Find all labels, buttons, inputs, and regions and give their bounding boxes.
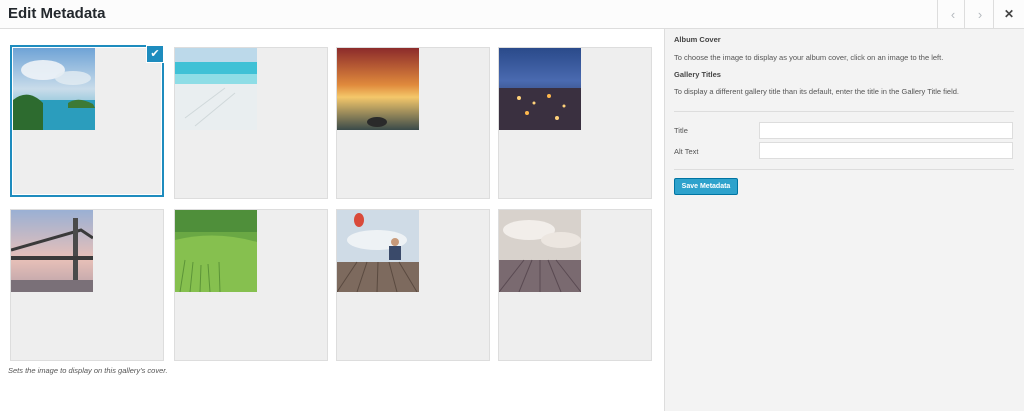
alt-text-input[interactable]	[759, 142, 1013, 159]
thumbnail-image	[499, 210, 581, 292]
gallery-item-sunset[interactable]	[336, 47, 490, 199]
thumbnail-image	[175, 210, 257, 292]
album-cover-description: To choose the image to display as your a…	[674, 53, 944, 62]
album-cover-heading: Album Cover	[674, 35, 721, 44]
gallery-item-pier-clouds[interactable]	[498, 209, 652, 361]
alt-text-label: Alt Text	[674, 147, 699, 156]
selected-checkmark-icon: ✔	[146, 45, 164, 63]
thumbnail-image	[337, 48, 419, 130]
save-metadata-button[interactable]: Save Metadata	[674, 178, 738, 195]
gallery-titles-description: To display a different gallery title tha…	[674, 87, 960, 96]
thumbnail-image	[499, 48, 581, 130]
gallery-grid: ✔ Sets the image to display on this gall…	[0, 29, 664, 411]
metadata-sidebar: Album Cover To choose the image to displ…	[664, 29, 1024, 411]
chevron-right-icon: ›	[977, 6, 983, 22]
gallery-item-bridge[interactable]	[10, 209, 164, 361]
modal-header: Edit Metadata ‹ › ✕	[0, 0, 1024, 29]
gallery-item-pier-balloon[interactable]	[336, 209, 490, 361]
next-button[interactable]: ›	[964, 0, 995, 28]
thumbnail-image	[175, 48, 257, 130]
title-label: Title	[674, 126, 688, 135]
gallery-item-beach[interactable]	[174, 47, 328, 199]
divider	[674, 169, 1014, 170]
thumbnail-image	[11, 210, 93, 292]
gallery-item-city-night[interactable]	[498, 47, 652, 199]
close-button[interactable]: ✕	[993, 0, 1024, 28]
gallery-item-wheat-field[interactable]	[174, 209, 328, 361]
modal-title: Edit Metadata	[8, 5, 106, 22]
chevron-left-icon: ‹	[950, 6, 956, 22]
close-icon: ✕	[1003, 7, 1015, 21]
gallery-item-tropical-island[interactable]: ✔	[10, 45, 164, 197]
thumbnail-image	[13, 48, 95, 130]
divider	[674, 111, 1014, 112]
thumbnail-image	[337, 210, 419, 292]
gallery-titles-heading: Gallery Titles	[674, 70, 721, 79]
title-input[interactable]	[759, 122, 1013, 139]
gallery-cover-hint: Sets the image to display on this galler…	[8, 366, 168, 375]
